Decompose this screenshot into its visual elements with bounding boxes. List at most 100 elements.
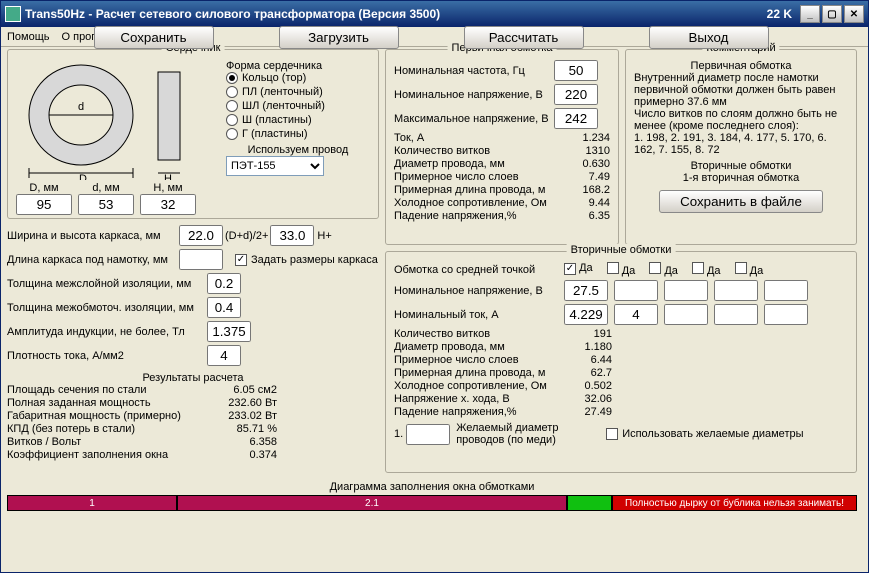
primary-row-value-5: 9.44 — [560, 197, 610, 209]
group-core: Сердечник d D H — [7, 49, 379, 219]
primary-freq-label: Номинальная частота, Гц — [394, 65, 554, 77]
interlayer-input[interactable] — [207, 273, 241, 294]
wire-select[interactable]: ПЭТ-155 — [226, 156, 324, 176]
desired-input[interactable] — [406, 424, 450, 445]
primary-row-value-6: 6.35 — [560, 210, 610, 222]
comment-sec1: 1-я вторичная обмотка — [634, 172, 848, 184]
sec-nomv-input-2[interactable] — [614, 280, 658, 301]
sec-nomv-input-4[interactable] — [714, 280, 758, 301]
result-label-4: Витков / Вольт — [7, 436, 81, 448]
primary-row-label-4: Примерная длина провода, м — [394, 184, 545, 196]
use-desired-check[interactable] — [606, 428, 618, 440]
D-label: D, мм — [16, 182, 72, 194]
group-secondary-title: Вторичные обмотки — [567, 244, 676, 256]
frame-mid-label: (D+d)/2+ — [225, 230, 268, 242]
set-dims-label: Задать размеры каркаса — [251, 254, 378, 266]
diagram-seg-21: 2.1 — [177, 495, 567, 511]
shape-radio-1[interactable] — [226, 86, 238, 98]
sec-check-0[interactable] — [564, 263, 576, 275]
comment-p2: Внутренний диаметр после намотки первичн… — [634, 72, 848, 108]
density-input[interactable] — [207, 345, 241, 366]
shape-radio-label-2: ШЛ (ленточный) — [242, 100, 325, 112]
primary-maxv-input[interactable] — [554, 108, 598, 129]
close-button[interactable]: ✕ — [844, 5, 864, 23]
interwind-input[interactable] — [207, 297, 241, 318]
desired-num-label: 1. — [394, 428, 403, 440]
titlebar: Trans50Hz - Расчет сетевого силового тра… — [1, 1, 868, 27]
secondary-row-label-6: Падение напряжения,% — [394, 406, 517, 418]
sec-check-1[interactable] — [607, 262, 619, 274]
secondary-row-label-0: Количество витков — [394, 328, 490, 340]
diagram-warn: Полностью дырку от бублика нельзя занима… — [612, 495, 857, 511]
diagram-seg-1: 1 — [7, 495, 177, 511]
primary-row-value-2: 0.630 — [560, 158, 610, 170]
d-input[interactable] — [78, 194, 134, 215]
group-primary: Первичная обмотка Номинальная частота, Г… — [385, 49, 619, 245]
primary-row-label-3: Примерное число слоев — [394, 171, 519, 183]
shape-radio-3[interactable] — [226, 114, 238, 126]
frame-w-input[interactable] — [179, 225, 223, 246]
save-file-button[interactable]: Сохранить в файле — [659, 190, 823, 213]
secondary-row-label-1: Диаметр провода, мм — [394, 341, 505, 353]
sec-check-4[interactable] — [735, 262, 747, 274]
minimize-button[interactable]: _ — [800, 5, 820, 23]
H-input[interactable] — [140, 194, 196, 215]
result-label-0: Площадь сечения по стали — [7, 384, 147, 396]
save-button[interactable]: Сохранить — [94, 26, 214, 49]
sec-check-label-2: Да — [664, 265, 678, 277]
secondary-row-value-6: 27.49 — [562, 406, 612, 418]
exit-button[interactable]: Выход — [649, 26, 769, 49]
calc-button[interactable]: Рассчитать — [464, 26, 584, 49]
sec-check-2[interactable] — [649, 262, 661, 274]
load-button[interactable]: Загрузить — [279, 26, 399, 49]
app-icon — [5, 6, 21, 22]
secondary-row-value-2: 6.44 — [562, 354, 612, 366]
interwind-label: Толщина межобмоточ. изоляции, мм — [7, 302, 207, 314]
stat-label: 22 K — [767, 7, 792, 21]
d-label: d, мм — [78, 182, 134, 194]
shape-radio-label-0: Кольцо (тор) — [242, 72, 306, 84]
comment-p3: Число витков по слоям должно быть не мен… — [634, 108, 848, 132]
D-input[interactable] — [16, 194, 72, 215]
maximize-button[interactable]: ▢ — [822, 5, 842, 23]
wire-use-label: Используем провод — [226, 144, 370, 156]
primary-row-label-5: Холодное сопротивление, Ом — [394, 197, 547, 209]
sec-nomi-input-4[interactable] — [714, 304, 758, 325]
sec-nomi-input-5[interactable] — [764, 304, 808, 325]
sec-nomi-input-3[interactable] — [664, 304, 708, 325]
induction-input[interactable] — [207, 321, 251, 342]
sec-nomi-input-2[interactable] — [614, 304, 658, 325]
use-desired-label: Использовать желаемые диаметры — [622, 428, 803, 440]
center-tap-label: Обмотка со средней точкой — [394, 264, 564, 276]
frame-wh-label: Ширина и высота каркаса, мм — [7, 230, 179, 242]
result-value-5: 0.374 — [227, 449, 277, 461]
shape-radio-0[interactable] — [226, 72, 238, 84]
primary-row-value-3: 7.49 — [560, 171, 610, 183]
set-dims-check[interactable] — [235, 254, 247, 266]
frame-h-input[interactable] — [270, 225, 314, 246]
frame-len-input[interactable] — [179, 249, 223, 270]
window-title: Trans50Hz - Расчет сетевого силового тра… — [25, 7, 440, 21]
diagram-title: Диаграмма заполнения окна обмотками — [7, 481, 857, 493]
shape-radio-2[interactable] — [226, 100, 238, 112]
result-value-0: 6.05 см2 — [227, 384, 277, 396]
primary-maxv-label: Максимальное напряжение, В — [394, 113, 554, 125]
sec-nomv-input-5[interactable] — [764, 280, 808, 301]
sec-check-label-3: Да — [707, 265, 721, 277]
sec-nomv-input-1[interactable] — [564, 280, 608, 301]
primary-nomv-input[interactable] — [554, 84, 598, 105]
primary-row-value-4: 168.2 — [560, 184, 610, 196]
secondary-row-value-3: 62.7 — [562, 367, 612, 379]
secondary-row-value-5: 32.06 — [562, 393, 612, 405]
comment-p4: 1. 198, 2. 191, 3. 184, 4. 177, 5. 170, … — [634, 132, 848, 156]
diagram-seg-green — [567, 495, 612, 511]
sec-nomv-input-3[interactable] — [664, 280, 708, 301]
primary-freq-input[interactable] — [554, 60, 598, 81]
sec-nomi-input-1[interactable] — [564, 304, 608, 325]
svg-text:d: d — [78, 101, 84, 113]
frame-suffix-label: H+ — [317, 230, 331, 242]
sec-check-3[interactable] — [692, 262, 704, 274]
result-value-2: 233.02 Вт — [227, 410, 277, 422]
shape-radio-4[interactable] — [226, 128, 238, 140]
sec-nomi-label: Номинальный ток, А — [394, 309, 564, 321]
